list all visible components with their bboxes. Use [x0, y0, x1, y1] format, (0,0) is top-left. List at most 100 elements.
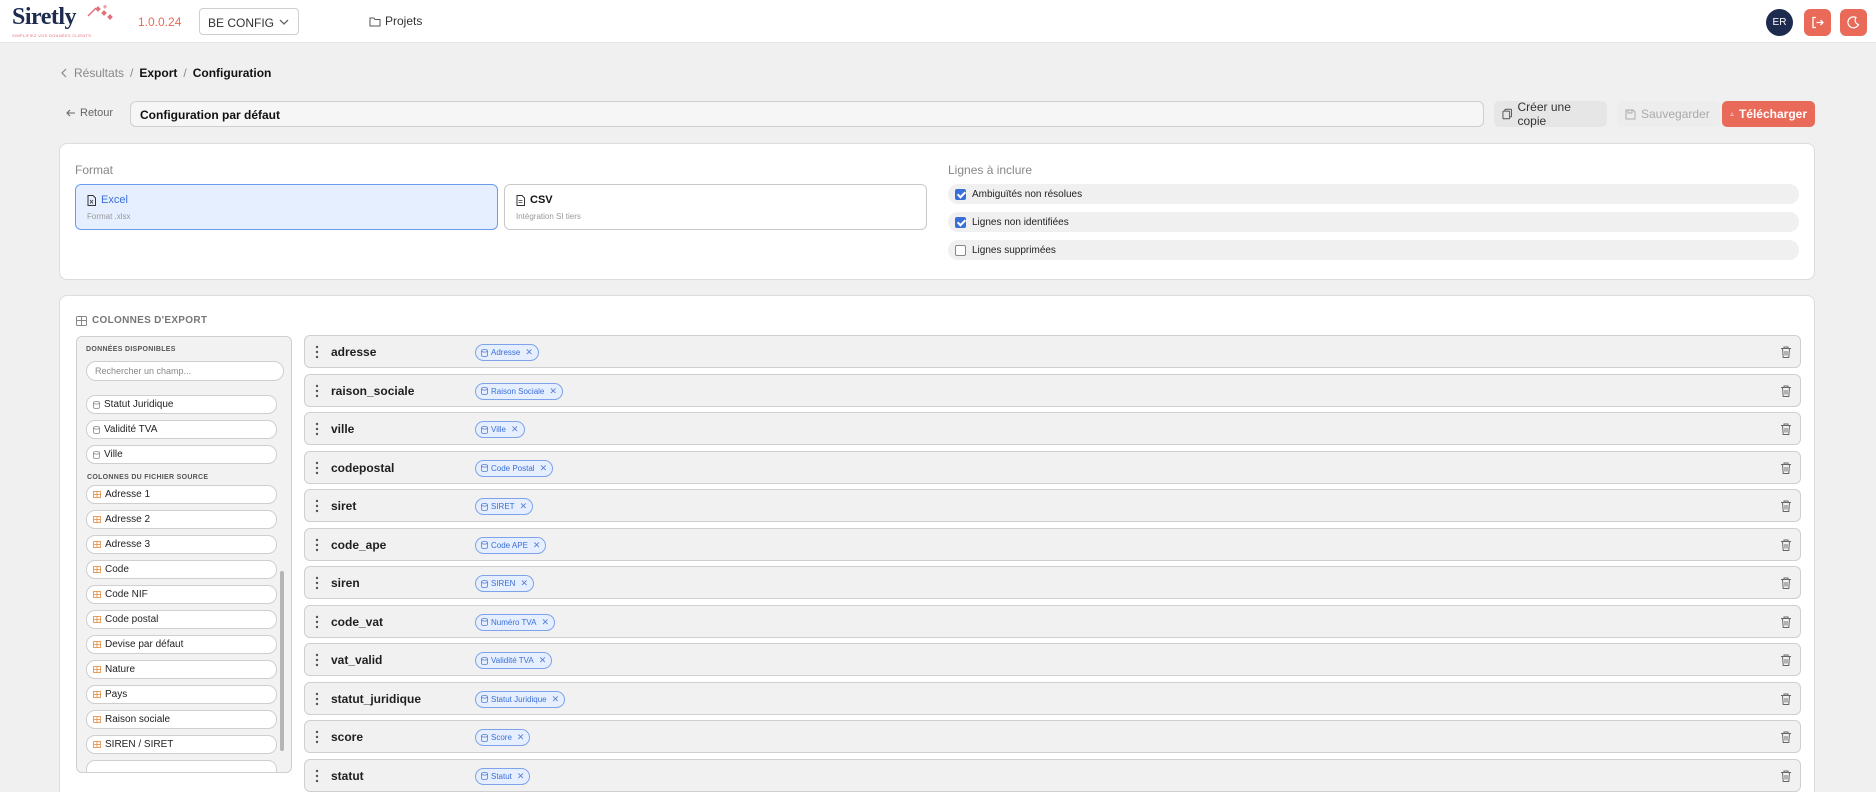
mapping-field-tag[interactable]: Statut Juridique ✕	[475, 690, 566, 708]
logout-button[interactable]	[1804, 9, 1831, 36]
back-link[interactable]: Retour	[66, 107, 113, 119]
mapping-field-tag[interactable]: Ville ✕	[475, 421, 525, 438]
mapping-column-name[interactable]: code_ape	[331, 538, 386, 552]
source-field-item[interactable]: SIREN / SIRET	[86, 735, 277, 754]
drag-handle-icon[interactable]	[315, 730, 319, 744]
trash-icon[interactable]	[1779, 692, 1793, 706]
environment-select[interactable]: BE CONFIG	[199, 8, 299, 35]
mapping-field-tag[interactable]: Adresse ✕	[475, 344, 539, 361]
trash-icon[interactable]	[1779, 345, 1793, 359]
panel-scrollbar[interactable]	[280, 571, 284, 751]
source-field-item[interactable]: Adresse 2	[86, 510, 277, 529]
source-field-item[interactable]: Nature	[86, 660, 277, 679]
mapping-column-name[interactable]: score	[331, 730, 363, 744]
mapping-column-name[interactable]: statut_juridique	[331, 692, 421, 706]
remove-tag-icon[interactable]: ✕	[525, 347, 533, 358]
trash-icon[interactable]	[1779, 769, 1793, 783]
remove-tag-icon[interactable]: ✕	[517, 771, 525, 782]
mapping-field-tag[interactable]: Raison Sociale ✕	[475, 382, 563, 400]
breadcrumb-export[interactable]: Export	[139, 66, 177, 80]
mapping-column-name[interactable]: adresse	[331, 345, 376, 359]
mapping-column-name[interactable]: codepostal	[331, 461, 394, 475]
source-field-item[interactable]: Pays	[86, 685, 277, 704]
mapping-field-tag[interactable]: Numéro TVA ✕	[475, 613, 556, 631]
remove-tag-icon[interactable]: ✕	[533, 540, 541, 551]
theme-toggle-button[interactable]	[1840, 9, 1867, 36]
format-option-csv[interactable]: CSV Intégration SI tiers	[504, 184, 927, 230]
checkbox-unidentified[interactable]	[955, 216, 966, 228]
trash-icon[interactable]	[1779, 730, 1793, 744]
source-field-item[interactable]	[86, 760, 277, 772]
mapping-field-tag[interactable]: Validité TVA ✕	[475, 652, 553, 669]
remove-tag-icon[interactable]: ✕	[539, 655, 547, 666]
mapping-row[interactable]: siret SIRET ✕	[304, 489, 1801, 522]
source-field-item[interactable]: Code postal	[86, 610, 277, 629]
checkbox-row-unresolved[interactable]: Ambiguïtés non résolues	[948, 184, 1799, 204]
remove-tag-icon[interactable]: ✕	[520, 578, 528, 589]
mapping-row[interactable]: codepostal Code Postal ✕	[304, 450, 1801, 484]
remove-tag-icon[interactable]: ✕	[517, 732, 525, 743]
drag-handle-icon[interactable]	[315, 692, 319, 706]
remove-tag-icon[interactable]: ✕	[549, 386, 557, 397]
trash-icon[interactable]	[1779, 653, 1793, 667]
source-field-item[interactable]: Adresse 3	[86, 535, 277, 554]
checkbox-row-deleted[interactable]: Lignes supprimées	[948, 240, 1799, 260]
trash-icon[interactable]	[1779, 384, 1793, 398]
mapping-row[interactable]: statut_juridique Statut Juridique ✕	[304, 681, 1801, 715]
source-field-item[interactable]: Code NIF	[86, 585, 277, 604]
source-field-item[interactable]: Raison sociale	[86, 710, 277, 729]
config-name-input[interactable]: Configuration par défaut	[130, 101, 1484, 127]
trash-icon[interactable]	[1779, 615, 1793, 629]
trash-icon[interactable]	[1779, 538, 1793, 552]
checkbox-deleted[interactable]	[955, 244, 966, 256]
available-field-item[interactable]: Validité TVA	[86, 420, 277, 439]
source-field-item[interactable]: Code	[86, 560, 277, 579]
drag-handle-icon[interactable]	[315, 769, 319, 783]
trash-icon[interactable]	[1779, 461, 1793, 475]
mapping-field-tag[interactable]: SIRET ✕	[475, 498, 534, 515]
remove-tag-icon[interactable]: ✕	[511, 424, 519, 435]
mapping-column-name[interactable]: ville	[331, 422, 354, 436]
mapping-row[interactable]: code_ape Code APE ✕	[304, 527, 1801, 561]
drag-handle-icon[interactable]	[315, 576, 319, 590]
mapping-field-tag[interactable]: SIREN ✕	[475, 575, 534, 592]
save-button[interactable]: Sauvegarder	[1617, 101, 1720, 127]
mapping-field-tag[interactable]: Code Postal ✕	[475, 459, 554, 477]
remove-tag-icon[interactable]: ✕	[520, 501, 528, 512]
mapping-row[interactable]: vat_valid Validité TVA ✕	[304, 643, 1801, 676]
nav-projects-link[interactable]: Projets	[369, 14, 422, 28]
remove-tag-icon[interactable]: ✕	[540, 463, 548, 474]
mapping-column-name[interactable]: siret	[331, 499, 356, 513]
field-search-input[interactable]: Rechercher un champ...	[86, 361, 284, 381]
mapping-column-name[interactable]: siren	[331, 576, 360, 590]
mapping-row[interactable]: raison_sociale Raison Sociale ✕	[304, 373, 1801, 407]
mapping-column-name[interactable]: code_vat	[331, 615, 383, 629]
drag-handle-icon[interactable]	[315, 499, 319, 513]
mapping-field-tag[interactable]: Code APE ✕	[475, 536, 547, 554]
trash-icon[interactable]	[1779, 499, 1793, 513]
download-button[interactable]: Télécharger	[1722, 101, 1815, 127]
mapping-row[interactable]: score Score ✕	[304, 720, 1801, 753]
mapping-column-name[interactable]: raison_sociale	[331, 384, 414, 398]
remove-tag-icon[interactable]: ✕	[552, 694, 560, 705]
siretly-logo[interactable]: Siretly SIMPLIFIEZ VOS DONNÉES CLIENTS	[12, 4, 113, 40]
mapping-row[interactable]: siren SIREN ✕	[304, 566, 1801, 599]
mapping-row[interactable]: ville Ville ✕	[304, 412, 1801, 445]
drag-handle-icon[interactable]	[315, 345, 319, 359]
mapping-field-tag[interactable]: Statut ✕	[475, 767, 531, 785]
available-field-item[interactable]: Statut Juridique	[86, 395, 277, 414]
drag-handle-icon[interactable]	[315, 384, 319, 398]
format-option-excel[interactable]: Excel Format .xlsx	[75, 184, 498, 230]
mapping-field-tag[interactable]: Score ✕	[475, 729, 531, 746]
source-field-item[interactable]: Devise par défaut	[86, 635, 277, 654]
mapping-column-name[interactable]: statut	[331, 769, 364, 783]
drag-handle-icon[interactable]	[315, 461, 319, 475]
drag-handle-icon[interactable]	[315, 615, 319, 629]
drag-handle-icon[interactable]	[315, 538, 319, 552]
create-copy-button[interactable]: Créer une copie	[1494, 100, 1607, 128]
mapping-column-name[interactable]: vat_valid	[331, 653, 382, 667]
source-field-item[interactable]: Adresse 1	[86, 485, 277, 504]
user-avatar[interactable]: ER	[1766, 9, 1793, 36]
breadcrumb-results[interactable]: Résultats	[74, 66, 124, 80]
remove-tag-icon[interactable]: ✕	[542, 617, 550, 628]
